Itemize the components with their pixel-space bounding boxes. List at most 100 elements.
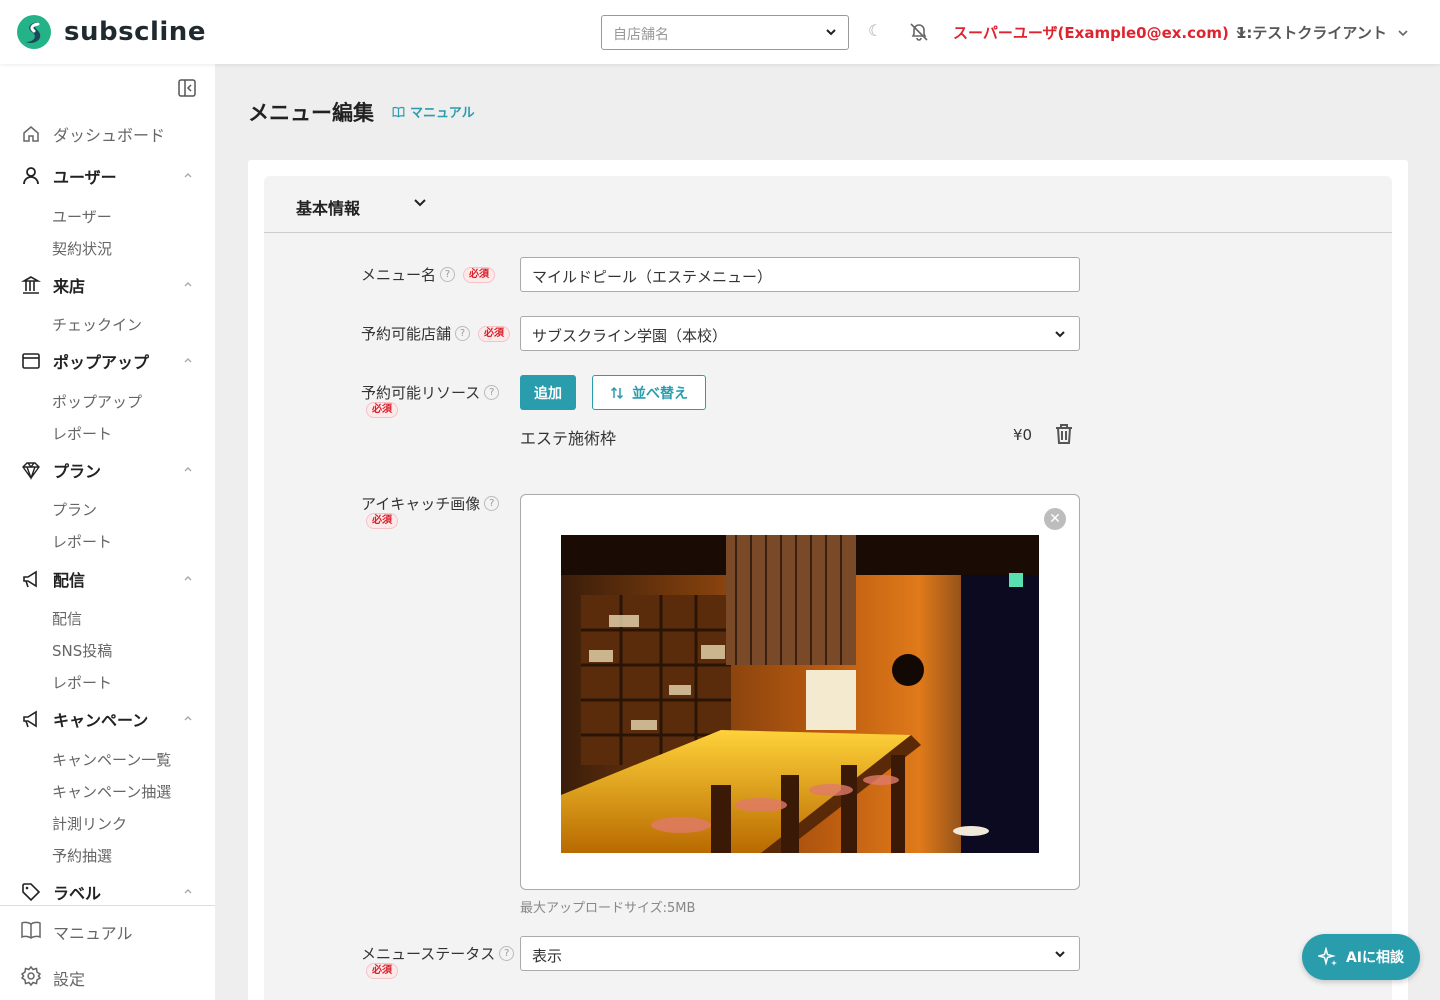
sidebar-collapse-icon[interactable] <box>177 78 197 98</box>
add-resource-button[interactable]: 追加 <box>520 375 576 410</box>
sidebar-subitem-users[interactable]: ユーザー <box>52 206 112 227</box>
diamond-icon <box>20 459 42 481</box>
store-select-placeholder: 自店舗名 <box>613 27 669 43</box>
sidebar-item-label: 設定 <box>53 970 86 989</box>
field-label-text: 予約可能店舗 <box>361 325 452 343</box>
window-icon <box>20 350 42 372</box>
building-icon <box>20 274 42 296</box>
sidebar-item-label: ポップアップ <box>53 353 150 372</box>
tag-icon <box>20 881 42 903</box>
status-dropdown[interactable]: 表示 <box>520 936 1080 971</box>
sidebar-subitem-reservation-lottery[interactable]: 予約抽選 <box>52 845 112 866</box>
sidebar-subitem-sns[interactable]: SNS投稿 <box>52 640 112 661</box>
sidebar-subitem-tracking-link[interactable]: 計測リンク <box>52 813 127 834</box>
sidebar-subitem-distribution[interactable]: 配信 <box>52 608 82 629</box>
status-dropdown-value: 表示 <box>532 947 563 965</box>
sidebar-subitem-campaign-list[interactable]: キャンペーン一覧 <box>52 749 171 770</box>
top-header: subscline 自店舗名 ☾ スーパーユーザ(Example0@ex.com… <box>0 0 1440 64</box>
required-badge: 必須 <box>463 266 496 283</box>
sidebar-item-label: 来店 <box>53 277 86 296</box>
logo[interactable]: subscline <box>16 14 206 50</box>
help-icon[interactable]: ? <box>484 385 500 400</box>
sidebar-subitem-plan-report[interactable]: レポート <box>52 531 112 552</box>
sidebar-item-visit[interactable]: 来店 <box>0 265 215 305</box>
chevron-up-icon <box>184 889 192 894</box>
sort-icon <box>610 386 624 399</box>
chevron-down-icon <box>414 199 426 207</box>
sidebar-subitem-checkin[interactable]: チェックイン <box>52 314 142 335</box>
sidebar-item-campaign[interactable]: キャンペーン <box>0 699 215 739</box>
moon-icon[interactable]: ☾ <box>868 21 882 40</box>
sort-resource-button[interactable]: 並べ替え <box>592 375 706 410</box>
sidebar-item-label: マニュアル <box>53 924 133 943</box>
store-label: 予約可能店舗 ? 必須 <box>361 323 511 344</box>
sidebar-item-user[interactable]: ユーザー <box>0 156 215 196</box>
home-icon <box>20 123 42 145</box>
sidebar-item-plan[interactable]: プラン <box>0 450 215 490</box>
sidebar-subitem-campaign-lottery[interactable]: キャンペーン抽選 <box>52 781 171 802</box>
sidebar-subitem-contracts[interactable]: 契約状況 <box>52 238 112 259</box>
store-dropdown[interactable]: サブスクライン学園（本校） <box>520 316 1080 351</box>
sidebar-item-label-tags[interactable]: ラベル <box>0 872 215 904</box>
field-label-text: メニューステータス <box>361 945 496 963</box>
eyecatch-label: アイキャッチ画像 ? <box>361 493 500 514</box>
remove-image-button[interactable]: ✕ <box>1044 508 1066 530</box>
page-title: メニュー編集 <box>248 101 374 125</box>
resource-label: 予約可能リソース ? <box>361 382 500 403</box>
sidebar-item-label: 配信 <box>53 571 86 590</box>
store-dropdown-value: サブスクライン学園（本校） <box>532 327 728 345</box>
chevron-down-icon <box>1055 331 1065 338</box>
sidebar-item-distribution[interactable]: 配信 <box>0 559 215 599</box>
megaphone-icon <box>20 568 42 590</box>
chevron-up-icon <box>184 173 192 178</box>
sidebar-item-popup[interactable]: ポップアップ <box>0 341 215 381</box>
megaphone-icon <box>20 708 42 730</box>
book-icon <box>20 920 42 944</box>
section-header-basic-info[interactable]: 基本情報 <box>264 176 1392 233</box>
chevron-up-icon <box>184 467 192 472</box>
field-label-text: アイキャッチ画像 <box>361 495 481 513</box>
sort-button-label: 並べ替え <box>632 385 688 402</box>
store-select[interactable]: 自店舗名 <box>601 15 849 50</box>
user-menu-label: スーパーユーザ(Example0@ex.com) <box>953 24 1229 42</box>
sidebar-nav[interactable]: ダッシュボード ユーザー ユーザー 契約状況 来店 チェックイン ポップアップ … <box>0 114 215 904</box>
sidebar-item-manual[interactable]: マニュアル <box>20 920 133 944</box>
sidebar-subitem-distribution-report[interactable]: レポート <box>52 672 112 693</box>
manual-link[interactable]: マニュアル <box>392 102 475 121</box>
ai-button-label: AIに相談 <box>1345 950 1405 966</box>
chevron-down-icon <box>1398 29 1408 36</box>
chevron-up-icon <box>184 358 192 363</box>
sidebar-subitem-popup-report[interactable]: レポート <box>52 423 112 444</box>
chevron-down-icon <box>1055 951 1065 958</box>
sidebar-subitem-popup[interactable]: ポップアップ <box>52 391 142 412</box>
brand-name: subscline <box>64 17 206 47</box>
section-title: 基本情報 <box>296 199 361 218</box>
bell-off-icon[interactable] <box>908 21 930 43</box>
required-badge: 必須 <box>366 402 398 418</box>
help-icon[interactable]: ? <box>484 496 500 511</box>
eyecatch-image <box>561 535 1039 853</box>
sidebar-item-label: ユーザー <box>53 168 117 187</box>
sidebar-item-dashboard[interactable]: ダッシュボード <box>0 114 215 154</box>
manual-link-label: マニュアル <box>410 106 475 121</box>
logo-mark-icon <box>17 15 51 49</box>
help-icon[interactable]: ? <box>455 326 471 341</box>
help-icon[interactable]: ? <box>499 946 515 961</box>
chevron-up-icon <box>184 576 192 581</box>
sparkle-icon <box>1317 947 1337 966</box>
client-menu-label: 1:テストクライアント <box>1236 24 1387 42</box>
help-icon[interactable]: ? <box>440 267 456 282</box>
required-badge: 必須 <box>366 513 398 529</box>
field-label-text: 予約可能リソース <box>361 384 481 402</box>
ai-consult-button[interactable]: AIに相談 <box>1302 934 1420 980</box>
sidebar-item-settings[interactable]: 設定 <box>20 965 85 991</box>
sidebar-item-label: ラベル <box>53 884 102 903</box>
menu-name-input[interactable]: マイルドピール（エステメニュー） <box>520 257 1080 292</box>
sidebar-item-label: キャンペーン <box>53 711 149 730</box>
trash-icon[interactable] <box>1054 423 1074 445</box>
user-menu[interactable]: スーパーユーザ(Example0@ex.com) <box>953 22 1247 43</box>
client-menu[interactable]: 1:テストクライアント <box>1236 22 1409 43</box>
book-icon <box>392 106 405 117</box>
gear-icon <box>20 965 42 991</box>
sidebar-subitem-plan[interactable]: プラン <box>52 499 97 520</box>
